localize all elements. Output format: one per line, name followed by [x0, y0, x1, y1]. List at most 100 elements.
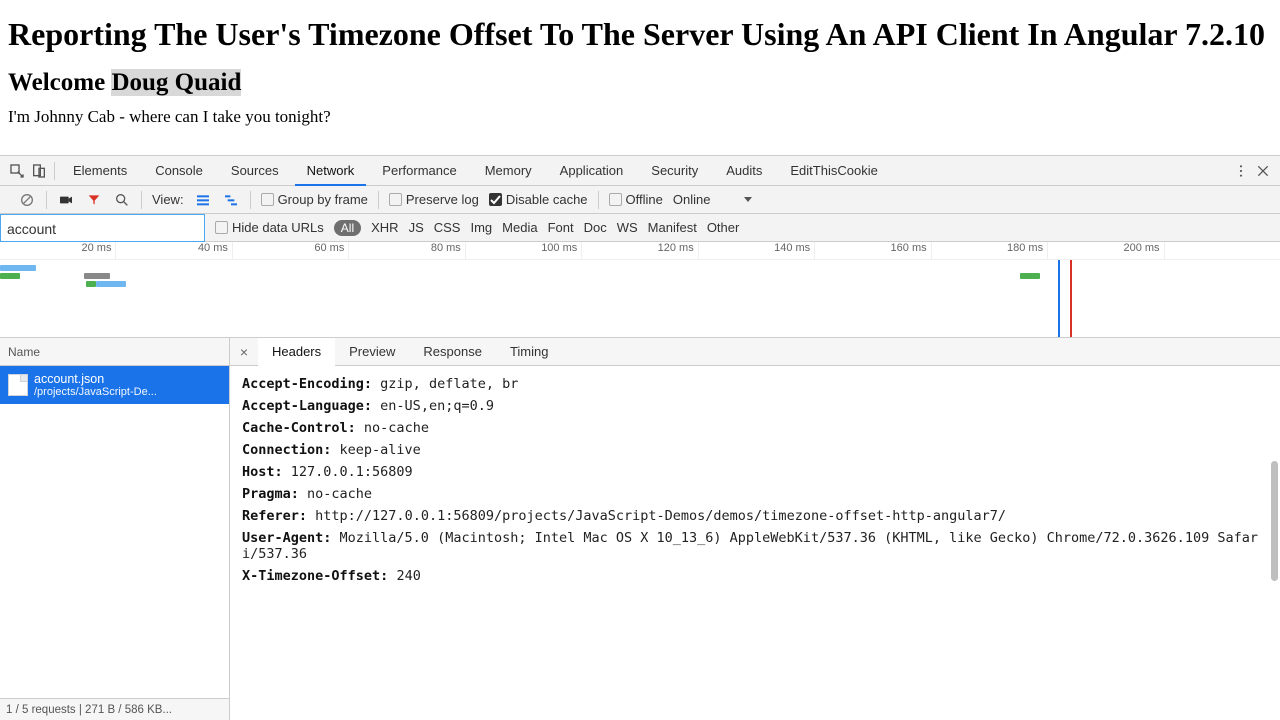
divider: [46, 191, 47, 209]
offline-label: Offline: [626, 192, 663, 207]
waterfall-overview[interactable]: 20 ms 40 ms 60 ms 80 ms 100 ms 120 ms 14…: [0, 242, 1280, 338]
header-value: 127.0.0.1:56809: [283, 464, 413, 480]
camera-icon[interactable]: [57, 191, 75, 209]
header-key: Pragma:: [242, 486, 299, 502]
request-detail: × Headers Preview Response Timing Accept…: [230, 338, 1280, 720]
filter-type-font[interactable]: Font: [548, 220, 574, 235]
close-detail-icon[interactable]: ×: [230, 344, 258, 360]
header-key: Accept-Language:: [242, 398, 372, 414]
filter-type-img[interactable]: Img: [470, 220, 492, 235]
header-value: en-US,en;q=0.9: [372, 398, 494, 414]
group-by-frame[interactable]: Group by frame: [261, 192, 368, 207]
group-by-frame-label: Group by frame: [278, 192, 368, 207]
tick: 140 ms: [699, 242, 815, 259]
divider: [378, 191, 379, 209]
scrollbar[interactable]: [1270, 366, 1278, 720]
header-value: 240: [388, 568, 421, 584]
status-bar: 1 / 5 requests | 271 B / 586 KB...: [0, 698, 229, 720]
tab-elements[interactable]: Elements: [61, 156, 139, 186]
tick: 180 ms: [932, 242, 1048, 259]
disable-cache-label: Disable cache: [506, 192, 588, 207]
article-body: I'm Johnny Cab - where can I take you to…: [8, 107, 1272, 127]
filter-input[interactable]: account: [0, 214, 205, 242]
tab-security[interactable]: Security: [639, 156, 710, 186]
header-value: Mozilla/5.0 (Macintosh; Intel Mac OS X 1…: [242, 530, 1258, 562]
detail-tab-headers[interactable]: Headers: [258, 338, 335, 366]
article-title: Reporting The User's Timezone Offset To …: [8, 16, 1272, 53]
request-file: account.json: [34, 372, 157, 386]
tab-editthiscookie[interactable]: EditThisCookie: [778, 156, 889, 186]
tab-memory[interactable]: Memory: [473, 156, 544, 186]
filter-type-xhr[interactable]: XHR: [371, 220, 398, 235]
filter-type-doc[interactable]: Doc: [584, 220, 607, 235]
close-devtools-icon[interactable]: [1254, 162, 1272, 180]
devtools-panel: Elements Console Sources Network Perform…: [0, 155, 1280, 720]
online-label: Online: [673, 192, 711, 207]
search-icon[interactable]: [113, 191, 131, 209]
chevron-down-icon: [744, 197, 752, 202]
header-value: http://127.0.0.1:56809/projects/JavaScri…: [307, 508, 1006, 524]
tab-performance[interactable]: Performance: [370, 156, 468, 186]
header-key: Connection:: [242, 442, 331, 458]
header-key: X-Timezone-Offset:: [242, 568, 388, 584]
tick: 60 ms: [233, 242, 349, 259]
tab-console[interactable]: Console: [143, 156, 215, 186]
filter-type-media[interactable]: Media: [502, 220, 537, 235]
waterfall-view-icon[interactable]: [222, 191, 240, 209]
tick: 160 ms: [815, 242, 931, 259]
inspect-icon[interactable]: [8, 162, 26, 180]
device-toggle-icon[interactable]: [30, 162, 48, 180]
request-row[interactable]: account.json /projects/JavaScript-De...: [0, 366, 229, 404]
tick: 100 ms: [466, 242, 582, 259]
detail-tab-timing[interactable]: Timing: [496, 338, 563, 366]
tick: 200 ms: [1048, 242, 1164, 259]
view-label: View:: [152, 192, 184, 207]
filter-type-manifest[interactable]: Manifest: [648, 220, 697, 235]
throttling-select[interactable]: Online: [673, 192, 752, 207]
filter-type-css[interactable]: CSS: [434, 220, 461, 235]
filter-icon[interactable]: [85, 191, 103, 209]
header-key: Referer:: [242, 508, 307, 524]
waterfall-body: [0, 260, 1280, 337]
offline-toggle[interactable]: Offline: [609, 192, 663, 207]
tab-application[interactable]: Application: [548, 156, 636, 186]
tab-network[interactable]: Network: [295, 156, 367, 186]
detail-tab-response[interactable]: Response: [409, 338, 496, 366]
filter-type-js[interactable]: JS: [409, 220, 424, 235]
tick: 120 ms: [582, 242, 698, 259]
disable-cache[interactable]: Disable cache: [489, 192, 588, 207]
tab-audits[interactable]: Audits: [714, 156, 774, 186]
divider: [54, 162, 55, 180]
hide-data-urls[interactable]: Hide data URLs: [215, 220, 324, 235]
header-value: gzip, deflate, br: [372, 376, 518, 392]
tick: 20 ms: [0, 242, 116, 259]
request-list: Name account.json /projects/JavaScript-D…: [0, 338, 230, 720]
divider: [250, 191, 251, 209]
headers-panel: Accept-Encoding: gzip, deflate, br Accep…: [230, 366, 1280, 720]
filter-type-all[interactable]: All: [334, 220, 361, 236]
kebab-icon[interactable]: [1232, 162, 1250, 180]
detail-tab-preview[interactable]: Preview: [335, 338, 409, 366]
hide-data-urls-label: Hide data URLs: [232, 220, 324, 235]
divider: [141, 191, 142, 209]
header-value: no-cache: [356, 420, 429, 436]
filter-type-ws[interactable]: WS: [617, 220, 638, 235]
clear-icon[interactable]: [18, 191, 36, 209]
file-icon: [8, 374, 28, 396]
header-value: no-cache: [299, 486, 372, 502]
header-key: Cache-Control:: [242, 420, 356, 436]
large-rows-icon[interactable]: [194, 191, 212, 209]
tick: 80 ms: [349, 242, 465, 259]
divider: [598, 191, 599, 209]
header-value: keep-alive: [331, 442, 420, 458]
tab-sources[interactable]: Sources: [219, 156, 291, 186]
name-column-header[interactable]: Name: [0, 338, 229, 366]
header-key: User-Agent:: [242, 530, 331, 546]
preserve-log-label: Preserve log: [406, 192, 479, 207]
header-key: Accept-Encoding:: [242, 376, 372, 392]
welcome-prefix: Welcome: [8, 69, 111, 96]
tick: [1165, 242, 1280, 259]
preserve-log[interactable]: Preserve log: [389, 192, 479, 207]
filter-type-other[interactable]: Other: [707, 220, 740, 235]
request-path: /projects/JavaScript-De...: [34, 386, 157, 398]
